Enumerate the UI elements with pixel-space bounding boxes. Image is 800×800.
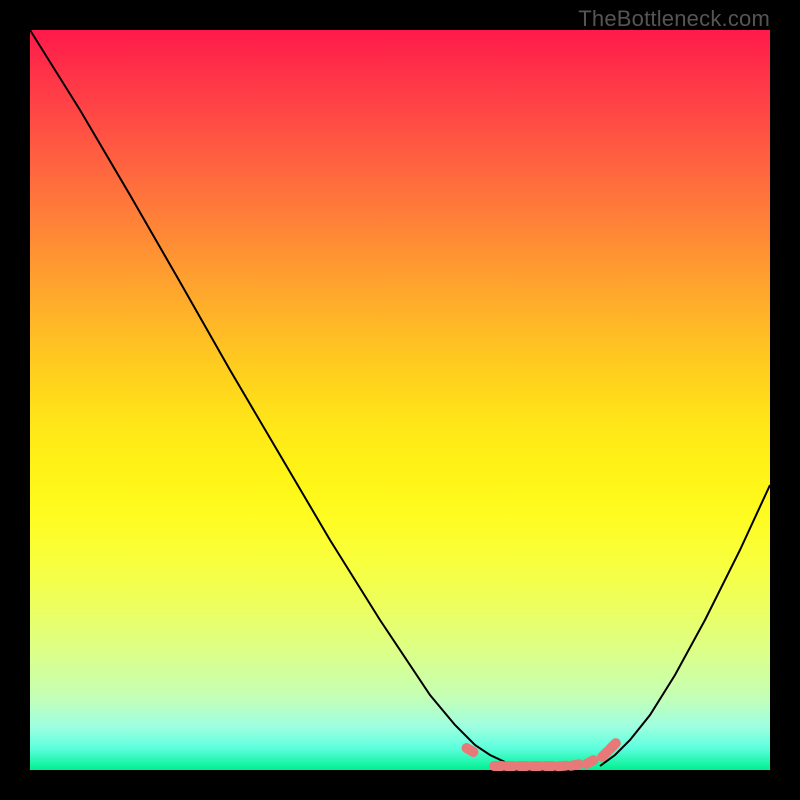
chart-container: TheBottleneck.com xyxy=(0,0,800,800)
bottom-markers xyxy=(460,736,623,772)
marker-point xyxy=(460,741,481,759)
chart-svg xyxy=(30,30,770,770)
right-curve xyxy=(600,485,770,766)
marker-point xyxy=(580,753,601,770)
plot-area xyxy=(30,30,770,770)
watermark-text: TheBottleneck.com xyxy=(578,6,770,32)
left-curve xyxy=(30,30,520,766)
right-curve-path xyxy=(600,485,770,766)
left-curve-path xyxy=(30,30,520,766)
